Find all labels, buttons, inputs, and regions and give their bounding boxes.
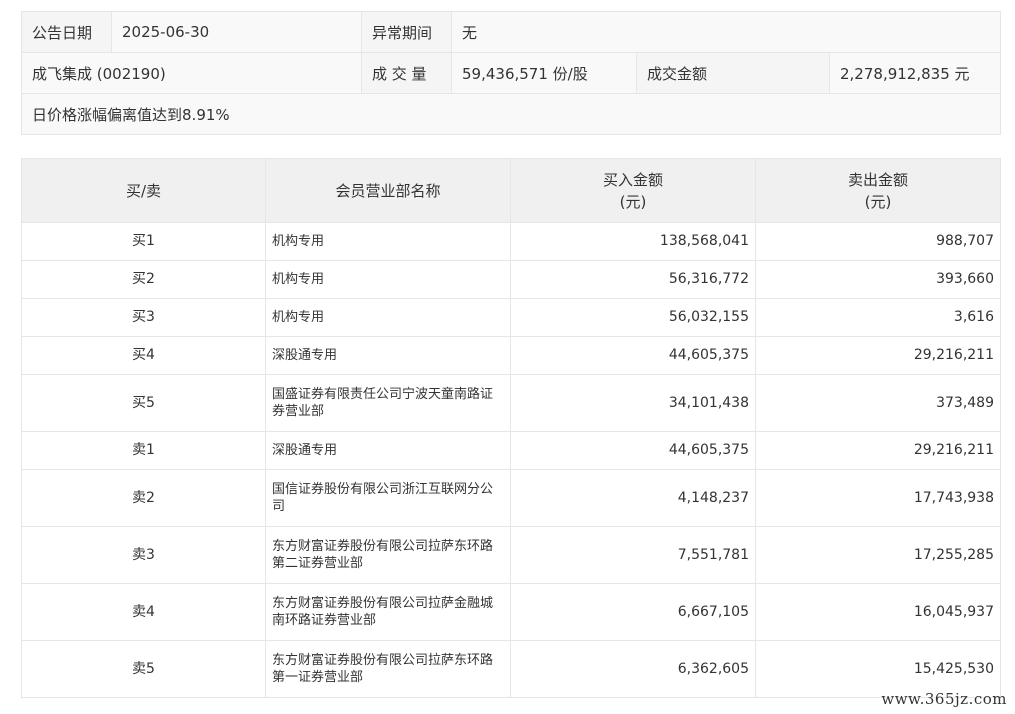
- side-cell: 买2: [21, 260, 266, 299]
- member-cell: 机构专用: [265, 298, 511, 337]
- member-cell: 东方财富证券股份有限公司拉萨金融城南环路证券营业部: [265, 583, 511, 641]
- amount-label: 成交金额: [636, 52, 830, 94]
- side-cell: 卖3: [21, 526, 266, 584]
- member-cell: 国信证券股份有限公司浙江互联网分公司: [265, 469, 511, 527]
- site-watermark: www.365jz.com: [881, 690, 1007, 708]
- sell-amount-cell: 373,489: [755, 374, 1001, 432]
- sell-amount-cell: 393,660: [755, 260, 1001, 299]
- header-buy-unit: (元): [619, 192, 647, 211]
- sell-amount-cell: 16,045,937: [755, 583, 1001, 641]
- sell-amount-cell: 988,707: [755, 222, 1001, 261]
- buy-amount-cell: 56,032,155: [510, 298, 756, 337]
- table-row: 买5 国盛证券有限责任公司宁波天童南路证券营业部 34,101,438 373,…: [21, 374, 1001, 432]
- buy-amount-cell: 138,568,041: [510, 222, 756, 261]
- volume-label: 成 交 量: [361, 52, 452, 94]
- table-row: 卖4 东方财富证券股份有限公司拉萨金融城南环路证券营业部 6,667,105 1…: [21, 583, 1001, 641]
- sell-amount-cell: 29,216,211: [755, 336, 1001, 375]
- side-cell: 卖1: [21, 431, 266, 470]
- side-cell: 买4: [21, 336, 266, 375]
- announce-date-label: 公告日期: [21, 11, 112, 53]
- summary-table: 公告日期 2025-06-30 异常期间 无 成飞集成 (002190) 成 交…: [20, 11, 1002, 135]
- member-cell: 东方财富证券股份有限公司拉萨东环路第二证券营业部: [265, 526, 511, 584]
- header-side: 买/卖: [21, 158, 266, 223]
- buy-amount-cell: 44,605,375: [510, 336, 756, 375]
- buy-amount-cell: 6,362,605: [510, 640, 756, 698]
- reason-note: 日价格涨幅偏离值达到8.91%: [20, 93, 1002, 135]
- member-cell: 深股通专用: [265, 336, 511, 375]
- side-cell: 卖5: [21, 640, 266, 698]
- table-row: 买2 机构专用 56,316,772 393,660: [21, 260, 1001, 299]
- sell-amount-cell: 15,425,530: [755, 640, 1001, 698]
- buy-amount-cell: 34,101,438: [510, 374, 756, 432]
- buy-amount-cell: 4,148,237: [510, 469, 756, 527]
- abnormal-period-value: 无: [450, 11, 1002, 53]
- buy-amount-cell: 56,316,772: [510, 260, 756, 299]
- buy-amount-cell: 6,667,105: [510, 583, 756, 641]
- summary-row-trade: 成飞集成 (002190) 成 交 量 59,436,571 份/股 成交金额 …: [21, 52, 1002, 94]
- table-row: 卖5 东方财富证券股份有限公司拉萨东环路第一证券营业部 6,362,605 15…: [21, 640, 1001, 698]
- announce-date-value: 2025-06-30: [111, 11, 362, 53]
- table-row: 卖1 深股通专用 44,605,375 29,216,211: [21, 431, 1001, 470]
- stock-name: 成飞集成 (002190): [21, 52, 362, 94]
- member-cell: 东方财富证券股份有限公司拉萨东环路第一证券营业部: [265, 640, 511, 698]
- header-member: 会员营业部名称: [265, 158, 511, 223]
- header-sell-line1: 卖出金额: [847, 170, 908, 189]
- header-sell-amount: 卖出金额 (元): [755, 158, 1001, 223]
- table-header-row: 买/卖 会员营业部名称 买入金额 (元) 卖出金额 (元): [21, 158, 1001, 223]
- trading-detail-table: 买/卖 会员营业部名称 买入金额 (元) 卖出金额 (元) 买1 机构专用 138,…: [21, 158, 1001, 698]
- table-row: 卖2 国信证券股份有限公司浙江互联网分公司 4,148,237 17,743,9…: [21, 469, 1001, 527]
- summary-row-date: 公告日期 2025-06-30 异常期间 无: [21, 11, 1002, 53]
- sell-amount-cell: 29,216,211: [755, 431, 1001, 470]
- sell-amount-cell: 3,616: [755, 298, 1001, 337]
- header-buy-amount: 买入金额 (元): [510, 158, 756, 223]
- summary-row-reason: 日价格涨幅偏离值达到8.91%: [20, 93, 1002, 135]
- sell-amount-cell: 17,743,938: [755, 469, 1001, 527]
- amount-value: 2,278,912,835 元: [828, 52, 1002, 94]
- table-row: 买4 深股通专用 44,605,375 29,216,211: [21, 336, 1001, 375]
- abnormal-period-label: 异常期间: [361, 11, 452, 53]
- side-cell: 买5: [21, 374, 266, 432]
- sell-amount-cell: 17,255,285: [755, 526, 1001, 584]
- buy-amount-cell: 44,605,375: [510, 431, 756, 470]
- buy-amount-cell: 7,551,781: [510, 526, 756, 584]
- table-row: 买1 机构专用 138,568,041 988,707: [21, 222, 1001, 261]
- header-buy-line1: 买入金额: [602, 170, 663, 189]
- header-sell-unit: (元): [864, 192, 892, 211]
- side-cell: 卖4: [21, 583, 266, 641]
- member-cell: 机构专用: [265, 222, 511, 261]
- side-cell: 买3: [21, 298, 266, 337]
- side-cell: 买1: [21, 222, 266, 261]
- volume-value: 59,436,571 份/股: [451, 52, 637, 94]
- member-cell: 深股通专用: [265, 431, 511, 470]
- side-cell: 卖2: [21, 469, 266, 527]
- table-row: 买3 机构专用 56,032,155 3,616: [21, 298, 1001, 337]
- member-cell: 国盛证券有限责任公司宁波天童南路证券营业部: [265, 374, 511, 432]
- member-cell: 机构专用: [265, 260, 511, 299]
- table-row: 卖3 东方财富证券股份有限公司拉萨东环路第二证券营业部 7,551,781 17…: [21, 526, 1001, 584]
